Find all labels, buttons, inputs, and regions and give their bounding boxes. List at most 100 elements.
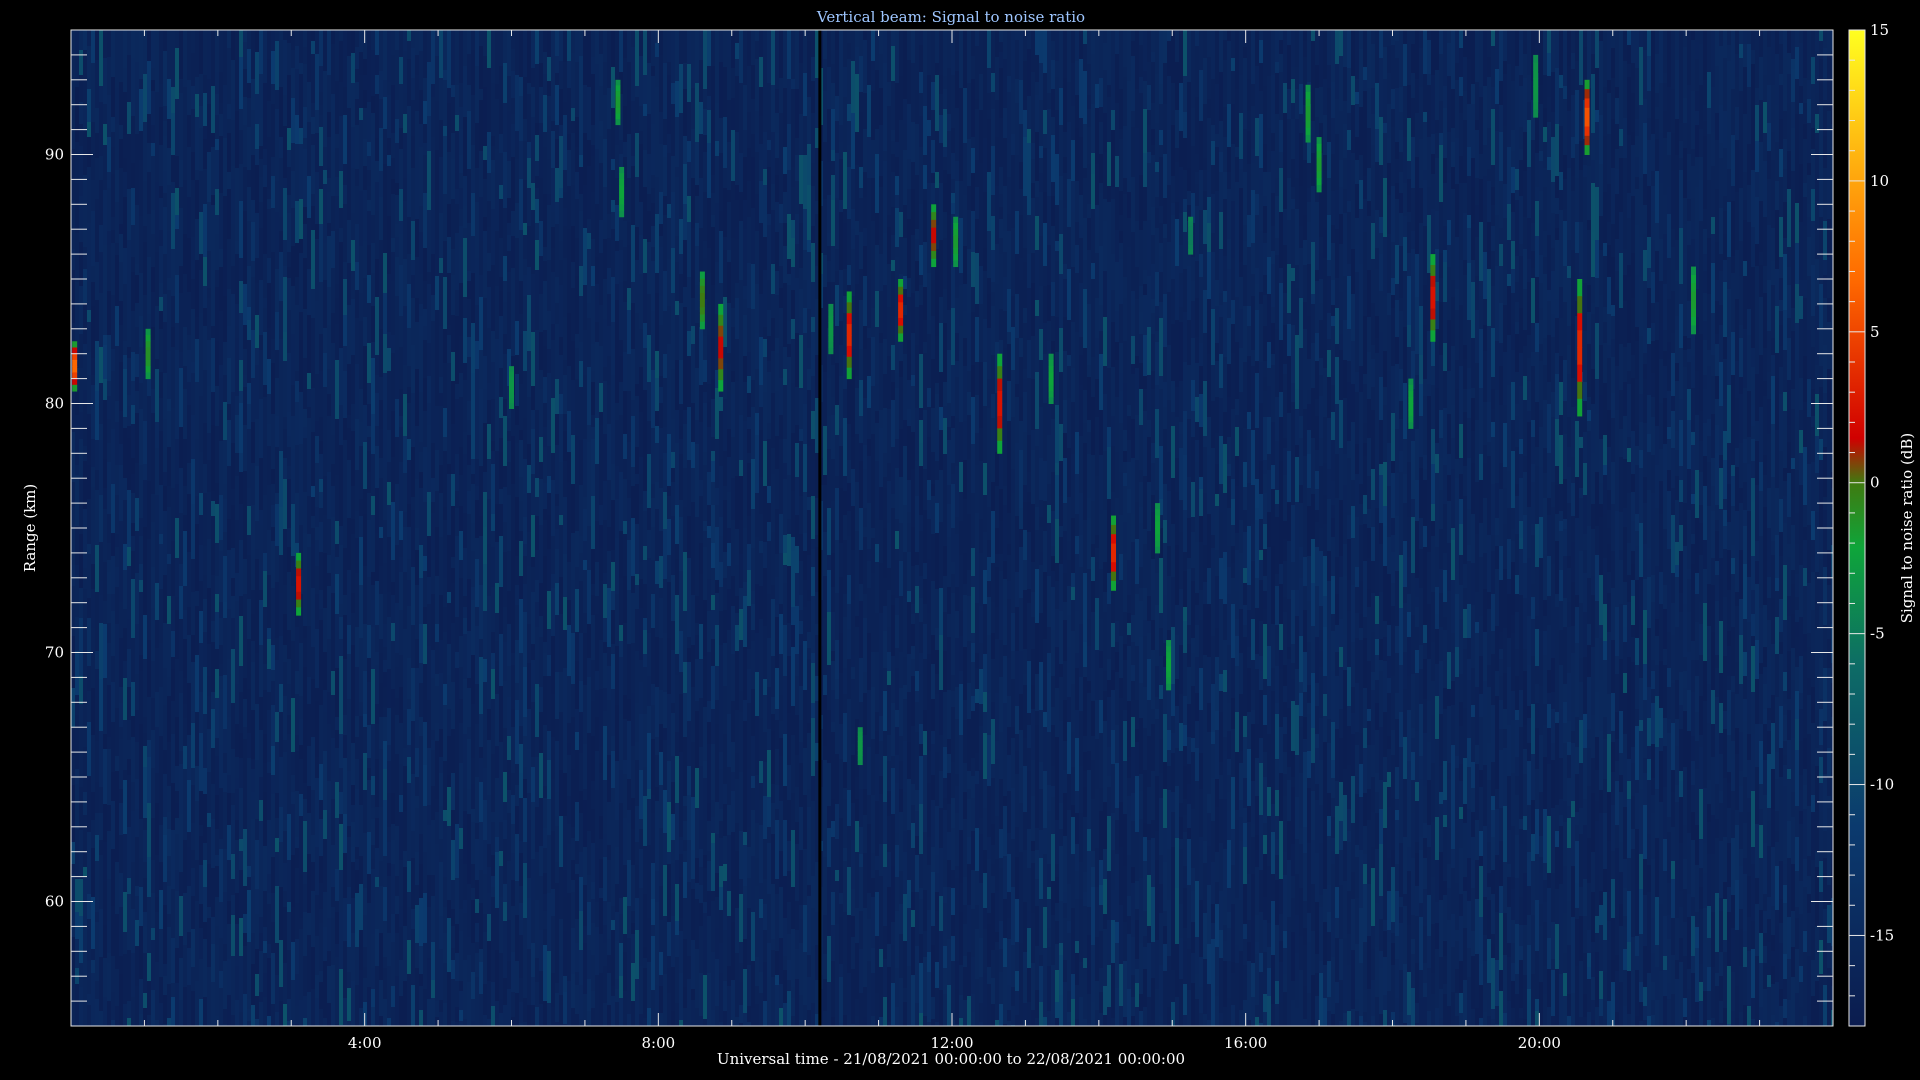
noise-cell	[375, 182, 379, 211]
noise-cell	[515, 203, 519, 238]
noise-cell	[183, 893, 187, 945]
noise-cell	[467, 223, 471, 271]
noise-cell	[723, 784, 727, 804]
noise-cell	[731, 327, 735, 371]
noise-cell	[483, 423, 487, 472]
noise-cell	[591, 882, 595, 899]
noise-cell	[215, 150, 219, 189]
noise-cell	[339, 969, 343, 1025]
noise-cell	[727, 966, 731, 986]
noise-cell	[347, 826, 351, 837]
noise-cell	[259, 335, 263, 350]
noise-cell	[95, 835, 99, 861]
noise-cell	[295, 201, 299, 243]
noise-cell	[591, 57, 595, 74]
noise-cell	[291, 246, 295, 286]
noise-cell	[375, 30, 379, 55]
noise-cell	[655, 755, 659, 787]
noise-cell	[603, 520, 607, 573]
noise-cell	[619, 140, 623, 154]
noise-cell	[199, 791, 203, 825]
noise-cell	[455, 617, 459, 652]
noise-cell	[107, 172, 111, 188]
noise-cell	[431, 123, 435, 137]
noise-cell	[715, 103, 719, 141]
noise-cell	[163, 668, 167, 705]
noise-cell	[255, 149, 259, 165]
noise-cell	[603, 187, 607, 222]
noise-cell	[527, 188, 531, 226]
noise-cell	[323, 839, 327, 892]
noise-cell	[551, 574, 555, 588]
noise-cell	[375, 393, 379, 426]
noise-cell	[239, 918, 243, 956]
noise-cell	[575, 661, 579, 709]
noise-cell	[475, 977, 479, 1026]
noise-cell	[339, 228, 343, 242]
noise-cell	[259, 74, 263, 118]
noise-cell	[223, 196, 227, 249]
noise-cell	[471, 758, 475, 784]
noise-cell	[739, 554, 743, 588]
noise-cell	[303, 912, 307, 956]
noise-cell	[239, 666, 243, 692]
noise-cell	[283, 126, 287, 178]
noise-cell	[703, 547, 707, 600]
noise-cell	[647, 706, 651, 733]
noise-cell	[687, 558, 691, 594]
noise-cell	[407, 387, 411, 403]
noise-cell	[399, 764, 403, 795]
noise-cell	[615, 420, 619, 448]
noise-cell	[183, 515, 187, 531]
noise-cell	[479, 30, 483, 46]
noise-cell	[187, 932, 191, 948]
noise-cell	[507, 989, 511, 1026]
noise-cell	[627, 922, 631, 938]
noise-cell	[523, 141, 527, 180]
noise-cell	[447, 857, 451, 900]
noise-cell	[75, 183, 79, 233]
noise-cell	[683, 611, 687, 662]
noise-cell	[191, 823, 195, 850]
noise-cell	[559, 89, 563, 125]
noise-cell	[107, 137, 111, 172]
noise-cell	[619, 976, 623, 998]
noise-cell	[91, 792, 95, 820]
noise-cell	[543, 346, 547, 377]
noise-cell	[467, 678, 471, 688]
noise-cell	[559, 260, 563, 285]
noise-cell	[683, 1008, 687, 1026]
noise-cell	[615, 979, 619, 989]
noise-cell	[411, 625, 415, 668]
noise-cell	[219, 745, 223, 788]
noise-cell	[535, 270, 539, 306]
noise-cell	[235, 30, 239, 67]
noise-cell	[383, 293, 387, 334]
noise-cell	[383, 624, 387, 647]
noise-cell	[267, 446, 271, 485]
noise-cell	[103, 881, 107, 925]
noise-cell	[319, 642, 323, 680]
noise-cell	[235, 893, 239, 924]
noise-cell	[467, 401, 471, 420]
noise-cell	[215, 1016, 219, 1026]
noise-cell	[731, 238, 735, 277]
noise-cell	[615, 705, 619, 761]
noise-cell	[683, 307, 687, 361]
noise-cell	[699, 134, 703, 178]
noise-cell	[523, 459, 527, 494]
noise-cell	[527, 444, 531, 465]
noise-cell	[571, 288, 575, 341]
noise-cell	[439, 595, 443, 640]
noise-cell	[251, 378, 255, 422]
noise-cell	[667, 852, 671, 864]
noise-cell	[687, 222, 691, 277]
noise-cell	[527, 949, 531, 1005]
noise-cell	[467, 299, 471, 337]
noise-cell	[391, 30, 395, 55]
noise-cell	[135, 920, 139, 946]
noise-cell	[419, 380, 423, 392]
noise-cell	[683, 806, 687, 821]
noise-cell	[71, 249, 75, 270]
noise-cell	[491, 209, 495, 265]
